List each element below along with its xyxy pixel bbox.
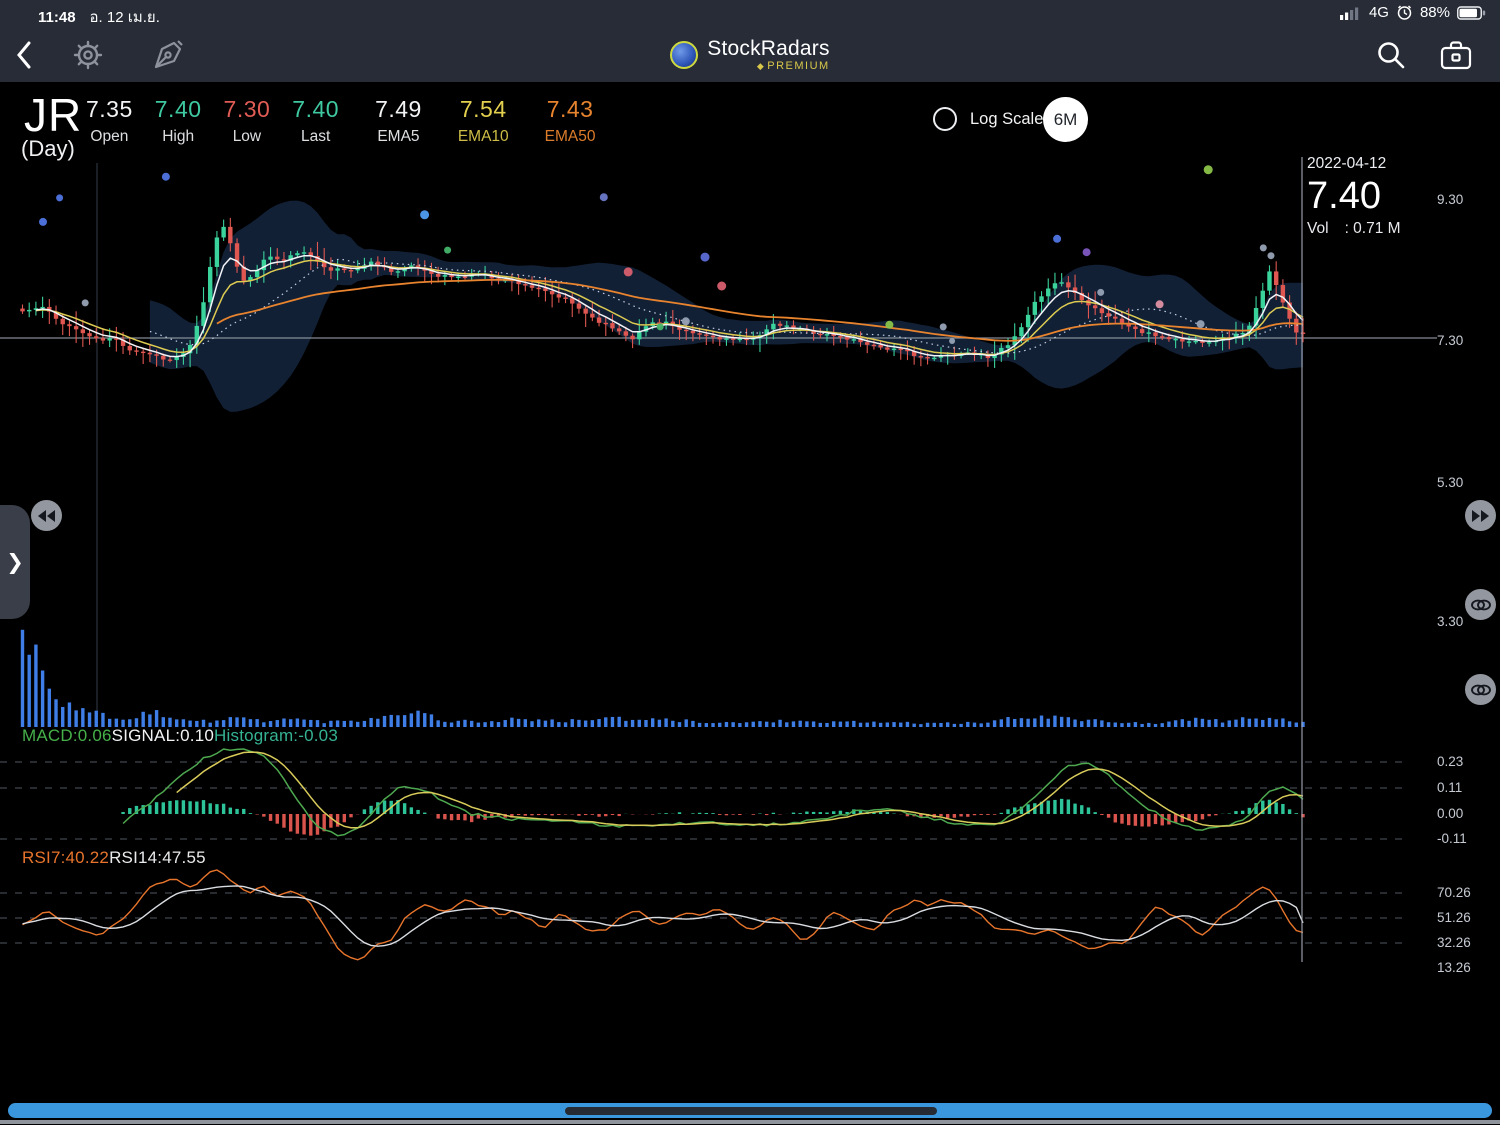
- status-date: อ. 12 เม.ย.: [90, 5, 160, 29]
- range-selector-button[interactable]: 6M: [1043, 97, 1088, 142]
- rsi-value-segment: RSI7:40.22: [22, 848, 109, 867]
- app-screen: 11:48 อ. 12 เม.ย. 4G 88%: [0, 0, 1500, 1125]
- portfolio-button[interactable]: [1432, 28, 1480, 82]
- quote-field-open: 7.35 Open: [86, 96, 133, 146]
- quote-field-ema5: 7.49 EMA5: [375, 96, 422, 146]
- cellular-signal-icon: [1340, 6, 1362, 20]
- price-axis-tick: 5.30: [1437, 475, 1463, 490]
- loop-icon: [1470, 682, 1492, 698]
- alarm-clock-icon: [1396, 4, 1413, 21]
- nav-bar: StockRadars ◆PREMIUM: [0, 28, 1500, 82]
- quote-value-last: 7.40: [292, 96, 339, 123]
- status-time: 11:48: [38, 9, 76, 26]
- crosshair-date: 2022-04-12: [1307, 156, 1401, 172]
- volume-label: Vol: [1307, 221, 1329, 237]
- diamond-icon: ◆: [757, 61, 765, 71]
- battery-percent: 88%: [1420, 4, 1450, 21]
- network-type: 4G: [1369, 4, 1389, 21]
- macd-value-segment: Histogram:-0.03: [214, 726, 338, 745]
- chart-canvas[interactable]: [0, 0, 1500, 1125]
- price-axis-tick: 7.30: [1437, 333, 1463, 348]
- screen-bottom-edge: [0, 1120, 1500, 1124]
- quote-value-high: 7.40: [155, 96, 202, 123]
- search-button[interactable]: [1368, 28, 1414, 82]
- rsi-pane: [0, 870, 1402, 960]
- rsi-value-segment: RSI14:47.55: [109, 848, 206, 867]
- quote-value-open: 7.35: [86, 96, 133, 123]
- quote-label-last: Last: [292, 128, 339, 146]
- macd-axis-tick: 0.11: [1437, 780, 1462, 795]
- home-indicator[interactable]: [565, 1107, 937, 1115]
- compare-loop-button-2[interactable]: [1465, 674, 1496, 705]
- macd-pane: [0, 749, 1402, 839]
- timeline-scrollbar[interactable]: [8, 1103, 1492, 1118]
- quote-label-ema50: EMA50: [545, 128, 596, 146]
- quote-label-high: High: [155, 128, 202, 146]
- quote-field-ema50: 7.43 EMA50: [545, 96, 596, 146]
- quote-value-ema50: 7.43: [545, 96, 596, 123]
- rsi7-line: [23, 870, 1304, 960]
- quote-field-high: 7.40 High: [155, 96, 202, 146]
- timeframe-label: (Day): [21, 136, 75, 162]
- stock-symbol: JR: [24, 88, 82, 142]
- premium-label: PREMIUM: [767, 60, 829, 72]
- stockradars-globe-icon: [670, 41, 698, 69]
- quote-field-ema10: 7.54 EMA10: [458, 96, 509, 146]
- quote-label-open: Open: [86, 128, 133, 146]
- macd-axis-tick: 0.00: [1437, 806, 1463, 821]
- quote-label-ema5: EMA5: [375, 128, 422, 146]
- rsi-values-row: RSI7:40.22RSI14:47.55: [22, 848, 206, 868]
- status-right: 4G 88%: [1340, 4, 1486, 21]
- loop-icon: [1470, 597, 1492, 613]
- battery-icon: [1457, 6, 1486, 20]
- compare-loop-button-1[interactable]: [1465, 589, 1496, 620]
- rsi-axis-tick: 51.26: [1437, 910, 1471, 925]
- rewind-icon: [38, 510, 55, 522]
- quote-field-low: 7.30 Low: [224, 96, 271, 146]
- status-left: 11:48 อ. 12 เม.ย.: [38, 5, 160, 29]
- log-scale-radio[interactable]: [933, 107, 957, 131]
- drawer-handle[interactable]: ❯: [0, 505, 30, 619]
- rsi-axis-tick: 70.26: [1437, 885, 1471, 900]
- quote-label-low: Low: [224, 128, 271, 146]
- crosshair-info: 2022-04-12 7.40 Vol : 0.71 M: [1307, 156, 1401, 236]
- macd-value-segment: SIGNAL:0.10: [112, 726, 214, 745]
- crosshair-volume: Vol : 0.71 M: [1307, 221, 1401, 237]
- quote-value-low: 7.30: [224, 96, 271, 123]
- chevron-right-icon: ❯: [6, 550, 24, 575]
- briefcase-icon: [1438, 38, 1474, 72]
- price-axis-tick: 3.30: [1437, 614, 1463, 629]
- quote-value-ema10: 7.54: [458, 96, 509, 123]
- bollinger-band: [150, 201, 1303, 412]
- scroll-left-button[interactable]: [31, 500, 62, 531]
- log-scale-label: Log Scale: [970, 110, 1043, 129]
- crosshair-price: 7.40: [1307, 177, 1401, 215]
- quote-fields: 7.35Open7.40High7.30Low7.40Last7.49EMA57…: [86, 96, 596, 146]
- app-logo: StockRadars ◆PREMIUM: [0, 28, 1500, 82]
- rsi-axis-tick: 32.26: [1437, 935, 1471, 950]
- scroll-right-button[interactable]: [1465, 500, 1496, 531]
- volume-value: : 0.71 M: [1345, 221, 1401, 237]
- macd-axis-tick: -0.11: [1437, 831, 1467, 846]
- premium-badge: ◆PREMIUM: [757, 61, 830, 72]
- log-scale-toggle[interactable]: Log Scale: [933, 107, 1043, 131]
- macd-value-segment: MACD:0.06: [22, 726, 112, 745]
- rsi14-line: [23, 886, 1304, 946]
- price-axis-tick: 9.30: [1437, 192, 1463, 207]
- rsi-axis-tick: 13.26: [1437, 960, 1471, 975]
- quote-field-last: 7.40 Last: [292, 96, 339, 146]
- fast-forward-icon: [1472, 510, 1489, 522]
- status-bar: 11:48 อ. 12 เม.ย. 4G 88%: [0, 0, 1500, 28]
- volume-bars: [21, 630, 1305, 727]
- app-name: StockRadars: [707, 38, 829, 59]
- macd-values-row: MACD:0.06SIGNAL:0.10Histogram:-0.03: [22, 726, 338, 746]
- macd-axis-tick: 0.23: [1437, 754, 1463, 769]
- search-icon: [1375, 39, 1407, 71]
- quote-label-ema10: EMA10: [458, 128, 509, 146]
- quote-value-ema5: 7.49: [375, 96, 422, 123]
